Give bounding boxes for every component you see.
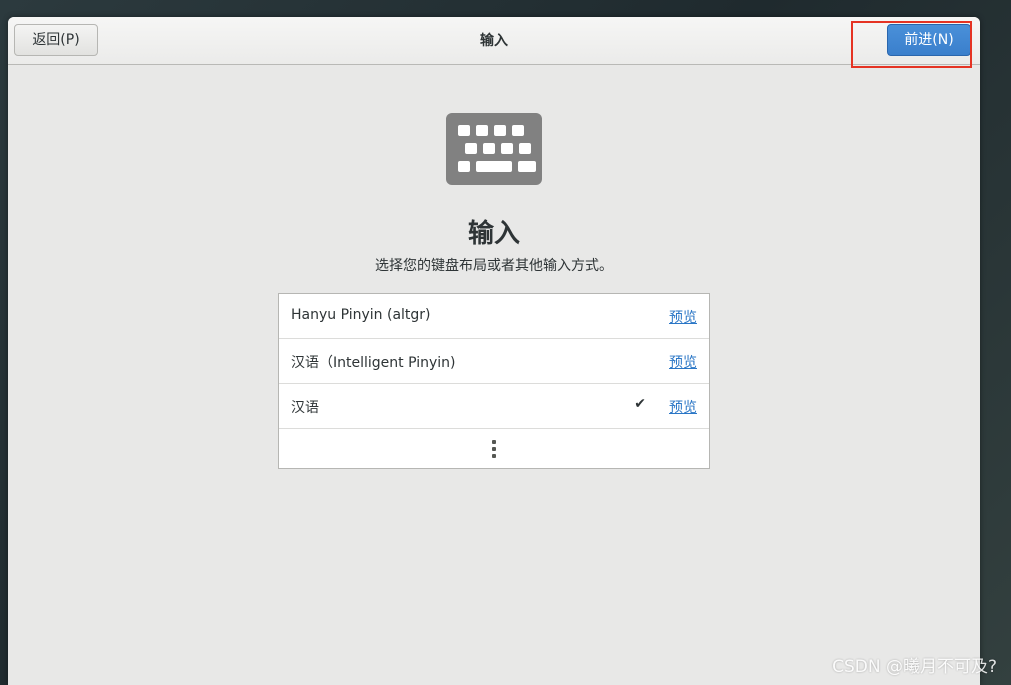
input-source-label: 汉语（Intelligent Pinyin)	[291, 355, 456, 371]
preview-link[interactable]: 预览	[669, 397, 697, 417]
preview-link[interactable]: 预览	[669, 352, 697, 372]
page-heading: 输入	[467, 219, 520, 249]
page-description: 选择您的键盘布局或者其他输入方式。	[375, 258, 613, 274]
header-bar: 返回(P) 输入 前进(N)	[8, 17, 980, 65]
preview-link[interactable]: 预览	[669, 307, 697, 327]
window-title: 输入	[480, 33, 508, 49]
input-source-label: Hanyu Pinyin (altgr)	[291, 307, 431, 323]
more-row[interactable]	[279, 429, 709, 468]
more-vertical-icon[interactable]	[491, 440, 497, 458]
list-item[interactable]: 汉语 ✔ 预览	[279, 384, 709, 429]
watermark: CSDN @曦月不可及?	[832, 657, 997, 677]
list-item[interactable]: 汉语（Intelligent Pinyin) 预览	[279, 339, 709, 384]
input-source-list: Hanyu Pinyin (altgr) 预览 汉语（Intelligent P…	[278, 293, 710, 469]
forward-button[interactable]: 前进(N)	[887, 24, 971, 56]
input-source-label: 汉语	[291, 400, 319, 416]
checkmark-icon: ✔	[634, 396, 646, 412]
list-item[interactable]: Hanyu Pinyin (altgr) 预览	[279, 294, 709, 339]
setup-window: 返回(P) 输入 前进(N) 输入 选择您的键盘布局或者其他输入方式。 Hany…	[8, 17, 980, 685]
keyboard-icon	[446, 113, 542, 185]
